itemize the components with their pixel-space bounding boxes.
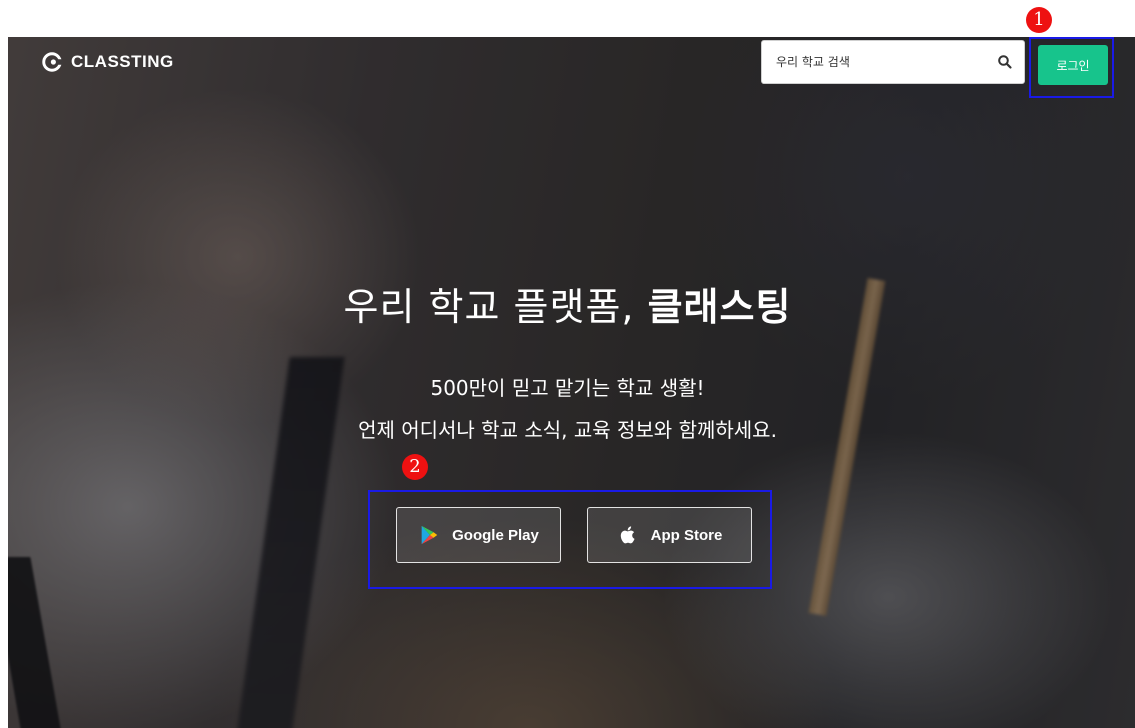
app-store-button[interactable]: App Store — [587, 507, 752, 563]
google-play-button[interactable]: Google Play — [396, 507, 561, 563]
logo-text: CLASSTING — [71, 52, 174, 71]
login-button[interactable]: 로그인 — [1038, 45, 1108, 85]
search-icon[interactable] — [997, 54, 1013, 70]
school-search-box[interactable] — [761, 40, 1025, 84]
hero-subline-1: 500만이 믿고 맡기는 학교 생활! — [430, 376, 705, 400]
school-search-input[interactable] — [762, 41, 992, 83]
google-play-label: Google Play — [452, 526, 539, 544]
annotation-badge-1: 1 — [1026, 7, 1052, 33]
google-play-icon — [421, 525, 438, 545]
annotation-badge-2: 2 — [402, 454, 428, 480]
hero-headline-light: 우리 학교 플랫폼, — [343, 285, 648, 329]
hero-subline-2: 언제 어디서나 학교 소식, 교육 정보와 함께하세요. — [358, 418, 777, 442]
apple-icon — [620, 526, 635, 544]
app-store-label: App Store — [650, 526, 723, 544]
classting-logo-icon — [42, 52, 63, 72]
hero-headline: 우리 학교 플랫폼, 클래스팅 — [0, 276, 1135, 331]
page: CLASSTING 로그인 우리 학교 플랫폼, 클래스팅 500만이 믿고 맡… — [0, 0, 1135, 728]
site-logo[interactable]: CLASSTING — [41, 51, 174, 73]
hero-headline-bold: 클래스팅 — [647, 285, 792, 329]
